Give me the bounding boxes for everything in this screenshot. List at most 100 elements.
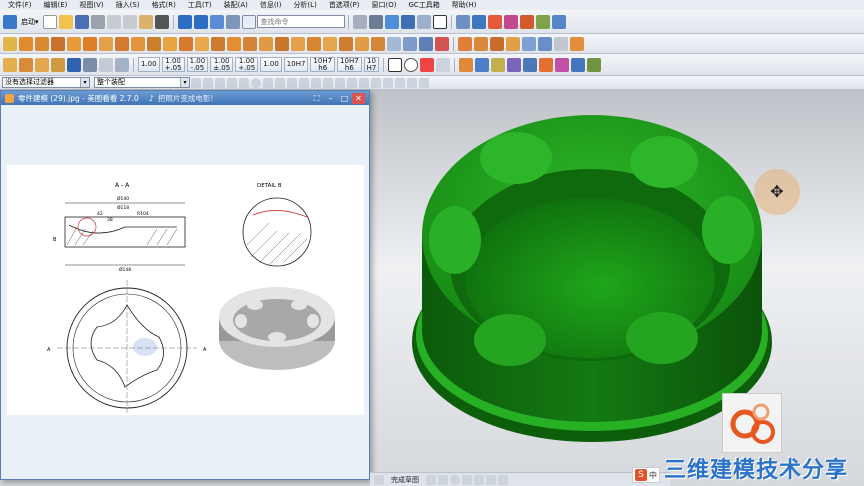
- start-icon[interactable]: [3, 14, 17, 29]
- mesh-icon[interactable]: [538, 36, 552, 51]
- finish-sketch-button[interactable]: 完成草图: [391, 475, 419, 485]
- thicken-icon[interactable]: [355, 36, 369, 51]
- dim-style-button[interactable]: 1.00 +.05: [161, 57, 185, 72]
- shaded-icon[interactable]: [400, 14, 415, 29]
- sew-icon[interactable]: [554, 36, 568, 51]
- snap-bounded-icon[interactable]: [347, 77, 357, 88]
- boss-icon[interactable]: [67, 36, 81, 51]
- material-icon[interactable]: [491, 57, 506, 72]
- menu-item[interactable]: 窗口(O): [366, 0, 403, 10]
- revolve-icon[interactable]: [35, 36, 49, 51]
- menu-item[interactable]: 装配(A): [218, 0, 254, 10]
- copy-icon[interactable]: [122, 14, 137, 29]
- selection-icon[interactable]: [539, 57, 554, 72]
- blend-icon[interactable]: [211, 36, 225, 51]
- layout-icon[interactable]: [225, 14, 240, 29]
- show-hide-icon[interactable]: [475, 57, 490, 72]
- snap-midpoint-icon[interactable]: [239, 77, 249, 88]
- filter-edge-icon[interactable]: [203, 77, 213, 88]
- extrude-icon[interactable]: [19, 36, 33, 51]
- filter-face-icon[interactable]: [191, 77, 201, 88]
- undo-icon[interactable]: [177, 14, 192, 29]
- snap-pole-icon[interactable]: [359, 77, 369, 88]
- snap-intersection-icon[interactable]: [263, 77, 273, 88]
- shell-icon[interactable]: [243, 36, 257, 51]
- snap-quadrant-icon[interactable]: [275, 77, 285, 88]
- menu-item[interactable]: 首选项(P): [323, 0, 366, 10]
- filter-body-icon[interactable]: [215, 77, 225, 88]
- part-navigator-icon[interactable]: [471, 14, 486, 29]
- command-finder-icon[interactable]: [241, 14, 256, 29]
- copy-format-icon[interactable]: [19, 57, 33, 72]
- diameter-icon[interactable]: [404, 57, 419, 72]
- snap-endpoint-icon[interactable]: [227, 77, 237, 88]
- menu-item[interactable]: 分析(L): [287, 0, 322, 10]
- label-icon[interactable]: [35, 57, 49, 72]
- dim-style-button[interactable]: 10H7 h6: [310, 57, 336, 72]
- menu-item[interactable]: 工具(T): [182, 0, 218, 10]
- trim-body-icon[interactable]: [307, 36, 321, 51]
- menu-item[interactable]: GC工具箱: [402, 0, 445, 10]
- sync-move-icon[interactable]: [458, 36, 472, 51]
- polygon-tool-icon[interactable]: [474, 474, 484, 485]
- dim-style-button[interactable]: 1.00 +.05: [235, 57, 259, 72]
- color-icon[interactable]: [555, 57, 570, 72]
- window-icon[interactable]: [209, 14, 224, 29]
- replace-face-icon[interactable]: [474, 36, 488, 51]
- hole-icon[interactable]: [51, 36, 65, 51]
- dim-style-button[interactable]: 10H7: [283, 57, 309, 72]
- groove-icon[interactable]: [131, 36, 145, 51]
- patch-icon[interactable]: [570, 36, 584, 51]
- snap-arc-icon[interactable]: [371, 77, 381, 88]
- snap-center-icon[interactable]: [251, 77, 261, 88]
- feature-control-icon[interactable]: [67, 57, 81, 72]
- menu-item[interactable]: 信息(I): [254, 0, 288, 10]
- dim-style-button[interactable]: 1.00 ±.05: [210, 57, 234, 72]
- dim-style-button[interactable]: 1.00: [260, 57, 282, 72]
- menu-item[interactable]: 文件(F): [2, 0, 38, 10]
- studio-icon[interactable]: [507, 57, 522, 72]
- paste-icon[interactable]: [138, 14, 153, 29]
- assembly-constraint-icon[interactable]: [571, 57, 586, 72]
- slash-icon[interactable]: [420, 57, 435, 72]
- subtract-icon[interactable]: [179, 36, 193, 51]
- selection-filter-select[interactable]: 没有选择过滤器 ▾: [2, 77, 90, 88]
- datum-feature-icon[interactable]: [83, 57, 97, 72]
- minimize-button[interactable]: –: [324, 93, 337, 104]
- snap-options-icon[interactable]: [419, 77, 429, 88]
- snap-curve-icon[interactable]: [299, 77, 309, 88]
- snap-icon[interactable]: [503, 14, 518, 29]
- tolerance-zone-icon[interactable]: [388, 57, 403, 72]
- viewer-promo-link[interactable]: 把照片变成电影!: [158, 93, 214, 104]
- view-orient-icon[interactable]: [416, 14, 431, 29]
- assembly-scope-select[interactable]: 整个装配 ▾: [94, 77, 190, 88]
- chamfer-icon[interactable]: [227, 36, 241, 51]
- draft-icon[interactable]: [259, 36, 273, 51]
- snap-surface-icon[interactable]: [311, 77, 321, 88]
- intersect-icon[interactable]: [195, 36, 209, 51]
- analysis-icon[interactable]: [551, 14, 566, 29]
- mirror-icon[interactable]: [291, 36, 305, 51]
- fit-view-icon[interactable]: [352, 14, 367, 29]
- fullscreen-icon[interactable]: ⛶: [310, 93, 323, 104]
- redo-icon[interactable]: [193, 14, 208, 29]
- resize-face-icon[interactable]: [506, 36, 520, 51]
- cut-icon[interactable]: [106, 14, 121, 29]
- print-icon[interactable]: [90, 14, 105, 29]
- perpendicular-icon[interactable]: [436, 57, 451, 72]
- unite-icon[interactable]: [163, 36, 177, 51]
- command-search-input[interactable]: [256, 15, 345, 28]
- speaker-icon[interactable]: ♪: [149, 94, 154, 103]
- snap-grid-icon[interactable]: [335, 77, 345, 88]
- delete-face-icon[interactable]: [490, 36, 504, 51]
- wcs-icon[interactable]: [523, 57, 538, 72]
- grid-icon[interactable]: [519, 14, 534, 29]
- open-folder-icon[interactable]: [58, 14, 73, 29]
- pocket-icon[interactable]: [83, 36, 97, 51]
- finish-sketch-icon[interactable]: [374, 474, 384, 485]
- edit-feature-icon[interactable]: [459, 57, 474, 72]
- split-body-icon[interactable]: [323, 36, 337, 51]
- rib-icon[interactable]: [147, 36, 161, 51]
- note-icon[interactable]: [51, 57, 65, 72]
- surface-finish-icon[interactable]: [115, 57, 129, 72]
